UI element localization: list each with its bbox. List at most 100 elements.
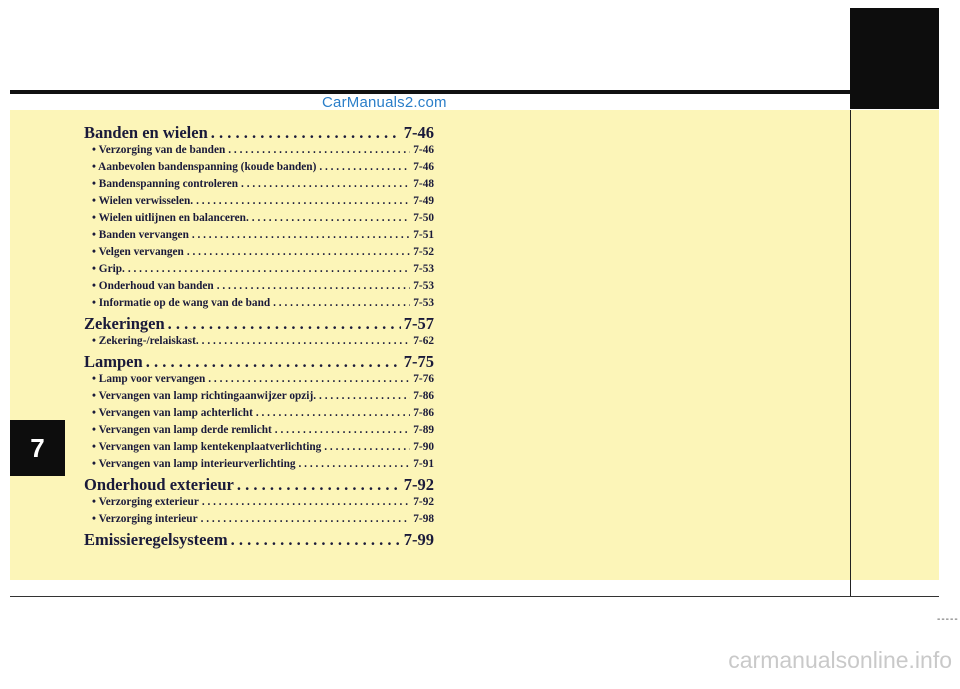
panel-divider [850,110,851,596]
toc-item[interactable]: • Vervangen van lamp interieurverlichtin… [84,456,434,473]
dot-leader [324,439,410,456]
toc-item-page: 7-46 [413,161,434,173]
toc-section[interactable]: Banden en wielen 7-46 [84,123,434,142]
toc-item-page: 7-90 [413,441,434,453]
dot-leader [256,405,410,422]
toc-item-title: • Velgen vervangen [92,246,184,258]
dot-leader [217,278,411,295]
toc-item-title: • Zekering-/relaiskast. [92,335,199,347]
toc-item-page: 7-46 [413,144,434,156]
watermark-top[interactable]: CarManuals2.com [322,94,447,111]
toc-item[interactable]: • Verzorging van de banden 7-46 [84,142,434,159]
toc-item[interactable]: • Vervangen van lamp kentekenplaatverlic… [84,439,434,456]
toc-item[interactable]: • Grip. 7-53 [84,261,434,278]
dot-leader [275,422,410,439]
dot-leader [202,494,410,511]
toc-item-title: • Vervangen van lamp kentekenplaatverlic… [92,441,322,453]
toc-item[interactable]: • Vervangen van lamp derde remlicht 7-89 [84,422,434,439]
toc-item-title: • Bandenspanning controleren [92,178,239,190]
toc-item[interactable]: • Verzorging interieur 7-98 [84,511,434,528]
toc-item-title: • Verzorging exterieur [92,496,199,508]
toc-item-title: • Wielen verwisselen. [92,195,194,207]
toc-item-page: 7-53 [413,297,434,309]
dot-leader [237,475,401,494]
toc-item-title: • Informatie op de wang van de band [92,297,271,309]
dot-leader [192,227,410,244]
toc-item-page: 7-91 [413,458,434,470]
toc-section-page: 7-75 [403,352,434,371]
toc-item-page: 7-53 [413,263,434,275]
dot-leader [211,123,401,142]
toc-item-title: • Verzorging interieur [92,513,198,525]
toc-section-title: Zekeringen [84,314,165,333]
toc-item[interactable]: • Wielen uitlijnen en balanceren. 7-50 [84,210,434,227]
toc-item-page: 7-98 [413,513,434,525]
bottom-dashes: ----- [937,614,959,625]
chapter-tab: 7 [10,420,65,476]
toc-item[interactable]: • Aanbevolen bandenspanning (koude bande… [84,159,434,176]
toc-section-page: 7-99 [403,530,434,549]
toc-item[interactable]: • Vervangen van lamp achterlicht 7-86 [84,405,434,422]
toc-item-page: 7-86 [413,407,434,419]
dot-leader [319,388,410,405]
toc-item[interactable]: • Vervangen van lamp richtingaanwijzer o… [84,388,434,405]
toc-item-title: • Wielen uitlijnen en balanceren. [92,212,249,224]
toc-item[interactable]: • Wielen verwisselen. 7-49 [84,193,434,210]
toc-item-title: • Vervangen van lamp achterlicht [92,407,253,419]
dot-leader [231,530,401,549]
toc-section-page: 7-57 [403,314,434,333]
dot-leader [146,352,401,371]
toc-section[interactable]: Onderhoud exterieur 7-92 [84,475,434,494]
dot-leader [168,314,401,333]
bottom-rule [10,596,939,597]
table-of-contents: Banden en wielen7-46• Verzorging van de … [84,121,434,549]
toc-item-title: • Lamp voor vervangen [92,373,206,385]
toc-item-page: 7-48 [413,178,434,190]
toc-section[interactable]: Zekeringen 7-57 [84,314,434,333]
dot-leader [201,511,411,528]
toc-section-title: Lampen [84,352,143,371]
toc-section-title: Emissieregelsysteem [84,530,228,549]
toc-item[interactable]: • Bandenspanning controleren 7-48 [84,176,434,193]
toc-section[interactable]: Emissieregelsysteem 7-99 [84,530,434,549]
toc-section-title: Banden en wielen [84,123,208,142]
toc-item-title: • Vervangen van lamp interieurverlichtin… [92,458,296,470]
toc-item-page: 7-76 [413,373,434,385]
dot-leader [187,244,410,261]
dot-leader [202,333,411,350]
toc-item-page: 7-86 [413,390,434,402]
toc-item[interactable]: • Zekering-/relaiskast. 7-62 [84,333,434,350]
toc-item-page: 7-52 [413,246,434,258]
toc-item[interactable]: • Verzorging exterieur 7-92 [84,494,434,511]
dot-leader [128,261,410,278]
toc-item-title: • Vervangen van lamp richtingaanwijzer o… [92,390,317,402]
toc-item[interactable]: • Lamp voor vervangen 7-76 [84,371,434,388]
dot-leader [252,210,410,227]
dot-leader [208,371,410,388]
toc-section[interactable]: Lampen 7-75 [84,352,434,371]
watermark-bottom[interactable]: carmanualsonline.info [728,647,952,674]
toc-item-title: • Banden vervangen [92,229,189,241]
toc-item[interactable]: • Informatie op de wang van de band 7-53 [84,295,434,312]
dot-leader [319,159,410,176]
toc-item-page: 7-51 [413,229,434,241]
dot-leader [196,193,410,210]
toc-item-page: 7-89 [413,424,434,436]
chapter-header-block [850,8,939,109]
toc-item[interactable]: • Onderhoud van banden 7-53 [84,278,434,295]
toc-item-title: • Aanbevolen bandenspanning (koude bande… [92,161,317,173]
toc-item-title: • Vervangen van lamp derde remlicht [92,424,272,436]
toc-section-title: Onderhoud exterieur [84,475,234,494]
toc-item-page: 7-53 [413,280,434,292]
toc-item[interactable]: • Banden vervangen 7-51 [84,227,434,244]
dot-leader [273,295,410,312]
dot-leader [241,176,410,193]
toc-item-title: • Grip. [92,263,125,275]
toc-item[interactable]: • Velgen vervangen 7-52 [84,244,434,261]
dot-leader [228,142,410,159]
toc-item-page: 7-62 [413,335,434,347]
chapter-number: 7 [30,432,45,463]
dot-leader [299,456,411,473]
toc-item-page: 7-92 [413,496,434,508]
toc-item-title: • Onderhoud van banden [92,280,214,292]
